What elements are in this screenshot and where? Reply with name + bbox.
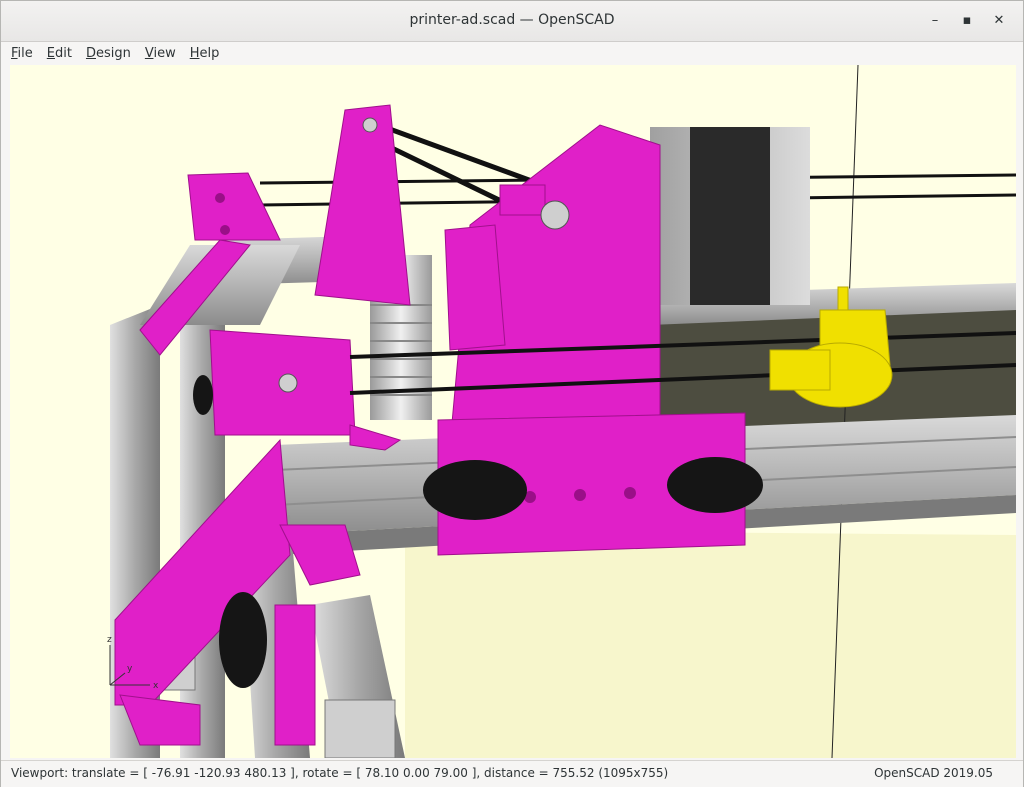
v-wheel-right xyxy=(667,457,763,513)
axis-x-label: x xyxy=(153,681,159,691)
screw-head xyxy=(278,373,298,393)
menu-help[interactable]: Help xyxy=(190,46,220,61)
title-bar[interactable]: printer-ad.scad — OpenSCAD – ▪ ✕ xyxy=(1,1,1023,42)
close-button[interactable]: ✕ xyxy=(990,12,1008,30)
floor-plane xyxy=(405,530,1016,758)
v-wheel-vertical xyxy=(219,592,267,688)
idler-clamp xyxy=(499,184,546,216)
model-render: z x y xyxy=(10,65,1016,758)
idler-bolt xyxy=(362,117,378,133)
v-wheel-small xyxy=(193,375,213,415)
3d-viewport[interactable]: z x y xyxy=(10,65,1016,758)
menu-design[interactable]: Design xyxy=(86,46,131,61)
carriage-side xyxy=(444,224,506,351)
app-version: OpenSCAD 2019.05 xyxy=(874,766,993,780)
viewport-info: Viewport: translate = [ -76.91 -120.93 4… xyxy=(11,766,669,780)
minimize-button[interactable]: – xyxy=(926,12,944,30)
window-title: printer-ad.scad — OpenSCAD xyxy=(409,12,615,28)
maximize-button[interactable]: ▪ xyxy=(958,12,976,30)
status-bar: Viewport: translate = [ -76.91 -120.93 4… xyxy=(1,760,1023,787)
menu-bar: File Edit Design View Help xyxy=(1,42,1023,64)
rail-end-profile-2 xyxy=(324,699,396,758)
v-wheel-left xyxy=(423,460,527,520)
axis-z-label: z xyxy=(107,635,112,645)
menu-view[interactable]: View xyxy=(145,46,176,61)
stepper-motor-body xyxy=(690,127,770,305)
app-window: printer-ad.scad — OpenSCAD – ▪ ✕ File Ed… xyxy=(0,0,1024,787)
wheel-mount-left xyxy=(274,604,316,746)
idler-pulley xyxy=(540,200,570,230)
menu-edit[interactable]: Edit xyxy=(47,46,72,61)
menu-file[interactable]: File xyxy=(11,46,33,61)
axis-y-label: y xyxy=(127,664,133,674)
